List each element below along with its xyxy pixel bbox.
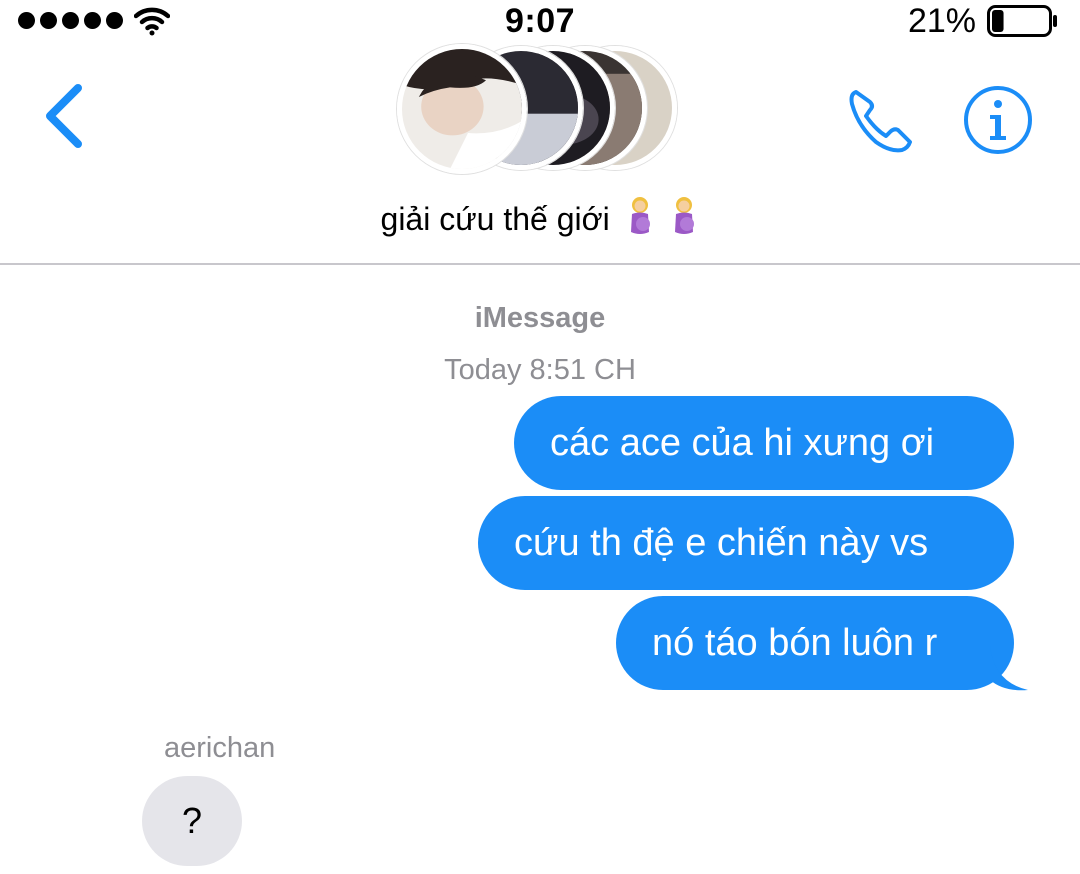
outgoing-message-bubble[interactable]: nó táo bón luôn r (616, 596, 1014, 690)
info-icon[interactable] (962, 84, 1034, 156)
back-chevron-icon[interactable] (36, 80, 96, 150)
conversation-header: giải cứu thế giới (0, 44, 1080, 265)
service-label: iMessage (474, 302, 606, 334)
outgoing-message-bubble[interactable]: các ace của hi xưng ơi (514, 396, 1014, 490)
group-title[interactable]: giải cứu thế giới (0, 196, 1080, 238)
phone-icon[interactable] (842, 82, 918, 158)
status-bar: 9:07 21% (0, 0, 1080, 44)
outgoing-message-bubble[interactable]: cứu th đệ e chiến này vs (478, 496, 1014, 590)
group-name: giải cứu thế giới (380, 201, 610, 237)
sender-name: aerichan (164, 732, 276, 764)
messages-screen: 9:07 21% giải cứu thế giới iMessage Toda… (0, 0, 1080, 874)
group-avatars[interactable] (395, 44, 695, 174)
message-timestamp: Today 8:51 CH (444, 354, 636, 386)
pregnant-woman-emoji-icon (630, 197, 650, 234)
incoming-message-bubble[interactable]: ? (142, 776, 242, 866)
bubble-tail (990, 646, 1028, 691)
pregnant-woman-emoji-icon (675, 197, 695, 234)
avatar (397, 44, 527, 174)
battery-icon (987, 5, 1057, 37)
battery-percentage: 21% (907, 2, 976, 40)
